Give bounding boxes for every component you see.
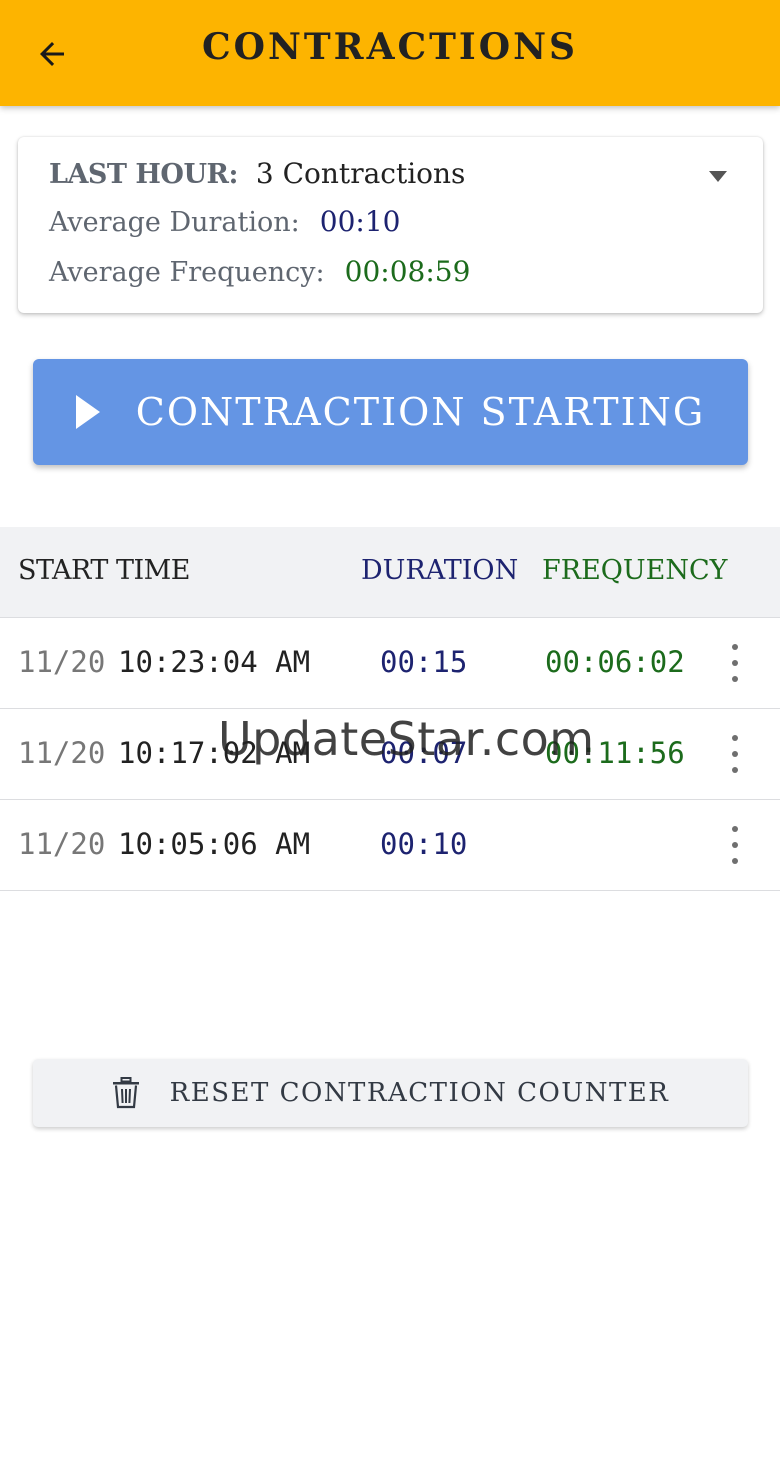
caret-down-icon[interactable] xyxy=(709,171,727,182)
row-time: 10:23:04 AM xyxy=(118,645,311,679)
row-date: 11/20 xyxy=(18,827,106,861)
row-duration: 00:15 xyxy=(380,645,468,679)
last-hour-summary-card: LAST HOUR: 3 Contractions Average Duratio… xyxy=(18,137,763,313)
more-vert-icon[interactable] xyxy=(722,640,748,686)
page-title: CONTRACTIONS xyxy=(201,26,579,68)
row-duration: 00:07 xyxy=(380,736,468,770)
average-frequency-row: Average Frequency: 00:08:59 xyxy=(49,255,470,288)
last-hour-label: LAST HOUR: xyxy=(49,159,238,190)
row-time: 10:17:02 AM xyxy=(118,736,311,770)
table-row: 11/20 10:17:02 AM 00:07 00:11:56 xyxy=(0,709,780,800)
more-vert-icon[interactable] xyxy=(722,731,748,777)
average-duration-value: 00:10 xyxy=(319,205,401,238)
reset-contraction-counter-button[interactable]: RESET CONTRACTION COUNTER xyxy=(33,1059,748,1127)
average-frequency-value: 00:08:59 xyxy=(344,255,471,288)
contraction-starting-button[interactable]: CONTRACTION STARTING xyxy=(33,359,748,465)
table-row: 11/20 10:23:04 AM 00:15 00:06:02 xyxy=(0,618,780,709)
row-time: 10:05:06 AM xyxy=(118,827,311,861)
table-row: 11/20 10:05:06 AM 00:10 xyxy=(0,800,780,891)
more-vert-icon[interactable] xyxy=(722,822,748,868)
row-date: 11/20 xyxy=(18,736,106,770)
average-frequency-label: Average Frequency: xyxy=(49,257,325,288)
contraction-starting-label: CONTRACTION STARTING xyxy=(135,390,706,434)
row-duration: 00:10 xyxy=(380,827,468,861)
column-header-duration: DURATION xyxy=(361,555,519,586)
column-header-frequency: FREQUENCY xyxy=(542,555,728,586)
app-bar: CONTRACTIONS xyxy=(0,0,780,106)
play-icon xyxy=(75,395,100,429)
last-hour-value: 3 Contractions xyxy=(255,157,466,190)
reset-contraction-counter-label: RESET CONTRACTION COUNTER xyxy=(169,1078,670,1108)
average-duration-label: Average Duration: xyxy=(49,207,300,238)
row-date: 11/20 xyxy=(18,645,106,679)
average-duration-row: Average Duration: 00:10 xyxy=(49,205,400,238)
table-header: START TIME DURATION FREQUENCY xyxy=(0,527,780,618)
column-header-start-time: START TIME xyxy=(18,555,191,586)
row-frequency: 00:06:02 xyxy=(545,645,685,679)
row-frequency: 00:11:56 xyxy=(545,736,685,770)
trash-icon xyxy=(112,1077,140,1109)
last-hour-row: LAST HOUR: 3 Contractions xyxy=(49,157,465,190)
